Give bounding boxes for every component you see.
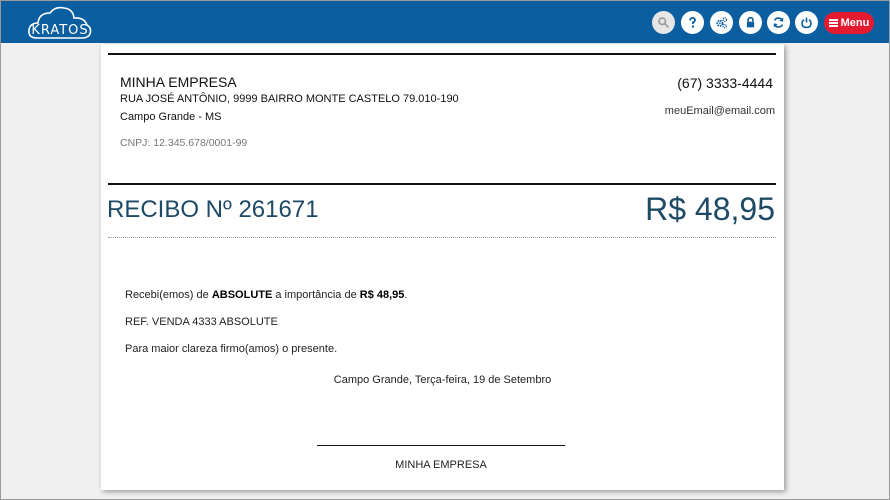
- statement-prefix: Recebi(emos) de: [125, 289, 212, 301]
- help-button[interactable]: [681, 11, 704, 34]
- menu-button[interactable]: Menu: [824, 12, 874, 34]
- company-city: Campo Grande - MS: [120, 111, 222, 123]
- company-name: MINHA EMPRESA: [120, 74, 237, 90]
- lock-button[interactable]: [739, 11, 762, 34]
- dotted-divider: [108, 237, 776, 238]
- settings-button[interactable]: [710, 11, 733, 34]
- company-phone: (67) 3333-4444: [677, 75, 773, 91]
- lock-icon: [746, 16, 755, 28]
- signature-name: MINHA EMPRESA: [395, 459, 487, 471]
- menu-label: Menu: [840, 17, 870, 29]
- search-icon: [658, 17, 669, 28]
- signature-line: [317, 445, 565, 446]
- receipt-clarity: Para maior clareza firmo(amos) o present…: [125, 343, 338, 355]
- receipt-total: R$ 48,95: [645, 191, 775, 227]
- receipt-reference: REF. VENDA 4333 ABSOLUTE: [125, 316, 278, 328]
- question-icon: [689, 17, 696, 28]
- receipt-statement: Recebi(emos) de ABSOLUTE a importância d…: [125, 289, 407, 301]
- receipt-paper: MINHA EMPRESA RUA JOSÉ ANTÔNIO, 9999 BAI…: [101, 44, 784, 490]
- header-divider: [108, 183, 776, 185]
- payer-name: ABSOLUTE: [211, 289, 273, 301]
- gears-icon: [716, 17, 728, 29]
- statement-middle: a importância de: [272, 289, 360, 301]
- kratos-logo[interactable]: KRATOS: [27, 5, 93, 41]
- top-divider: [108, 53, 776, 55]
- hamburger-icon: [828, 19, 838, 27]
- search-button[interactable]: [652, 11, 675, 34]
- receipt-title: RECIBO Nº 261671: [107, 196, 319, 223]
- logo-text: KRATOS: [31, 23, 89, 38]
- company-address: RUA JOSÉ ANTÔNIO, 9999 BAIRRO MONTE CAST…: [120, 93, 459, 105]
- place-date: Campo Grande, Terça-feira, 19 de Setembr…: [333, 374, 552, 386]
- power-button[interactable]: [795, 11, 818, 34]
- refresh-button[interactable]: [767, 11, 790, 34]
- statement-suffix: .: [404, 289, 408, 301]
- power-icon: [801, 17, 812, 29]
- statement-amount: R$ 48,95: [359, 289, 405, 301]
- company-cnpj: CNPJ: 12.345.678/0001-99: [120, 137, 248, 149]
- top-bar: KRATOS Menu: [1, 1, 889, 43]
- company-email: meuEmail@email.com: [664, 105, 775, 117]
- refresh-icon: [773, 17, 784, 28]
